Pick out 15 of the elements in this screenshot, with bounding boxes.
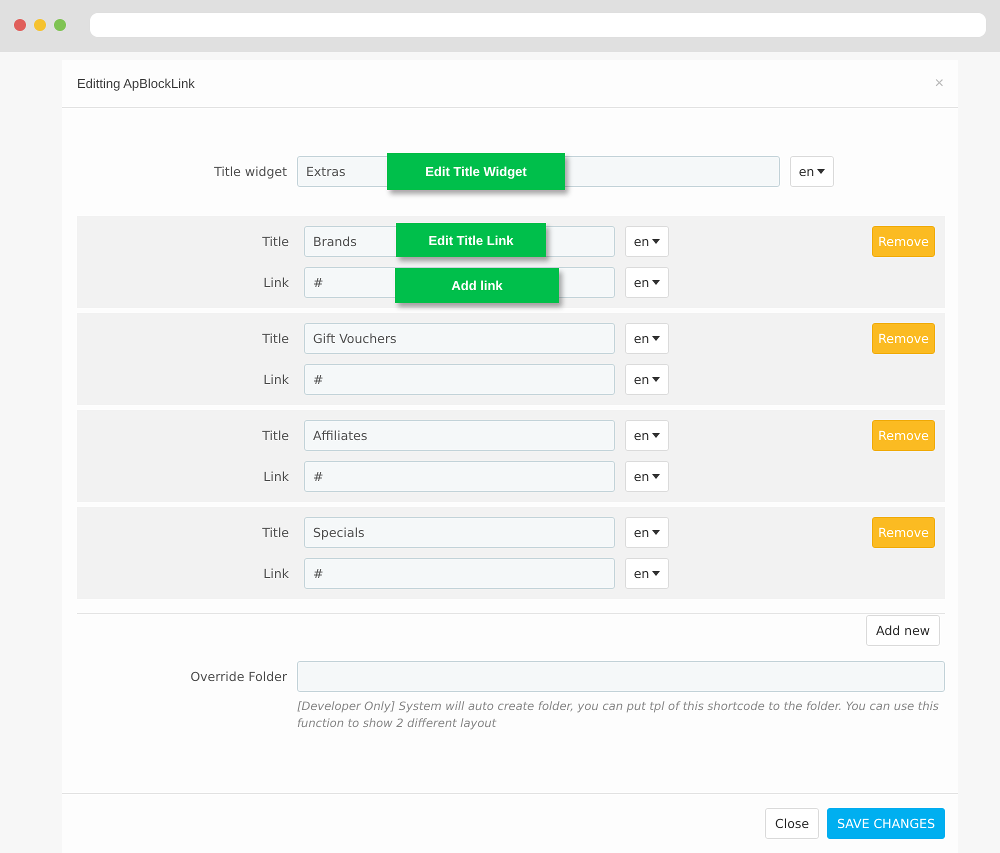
field-label: Title widget (213, 164, 288, 178)
field-label: Title (261, 331, 290, 346)
field-label: Link (262, 469, 290, 484)
modal-title: Editting ApBlockLink (77, 76, 195, 91)
field-label: Link (262, 275, 290, 290)
field-label: Title (261, 428, 290, 443)
callout-tooltip: Add link (395, 268, 559, 303)
field-label: Link (262, 372, 290, 387)
field-label: Link (262, 566, 290, 581)
callout-tooltip: Edit Title Widget (387, 152, 565, 190)
help-text: [Developer Only] System will auto create folder, you can put tpl of this shortcode to the folder. You can use this function to show 2 different layout (297, 698, 940, 732)
callout-tooltip: Edit Title Link (396, 223, 546, 257)
field-label: Title (261, 525, 290, 540)
field-label: Title (261, 234, 290, 249)
field-label: Override Folder (189, 669, 288, 684)
